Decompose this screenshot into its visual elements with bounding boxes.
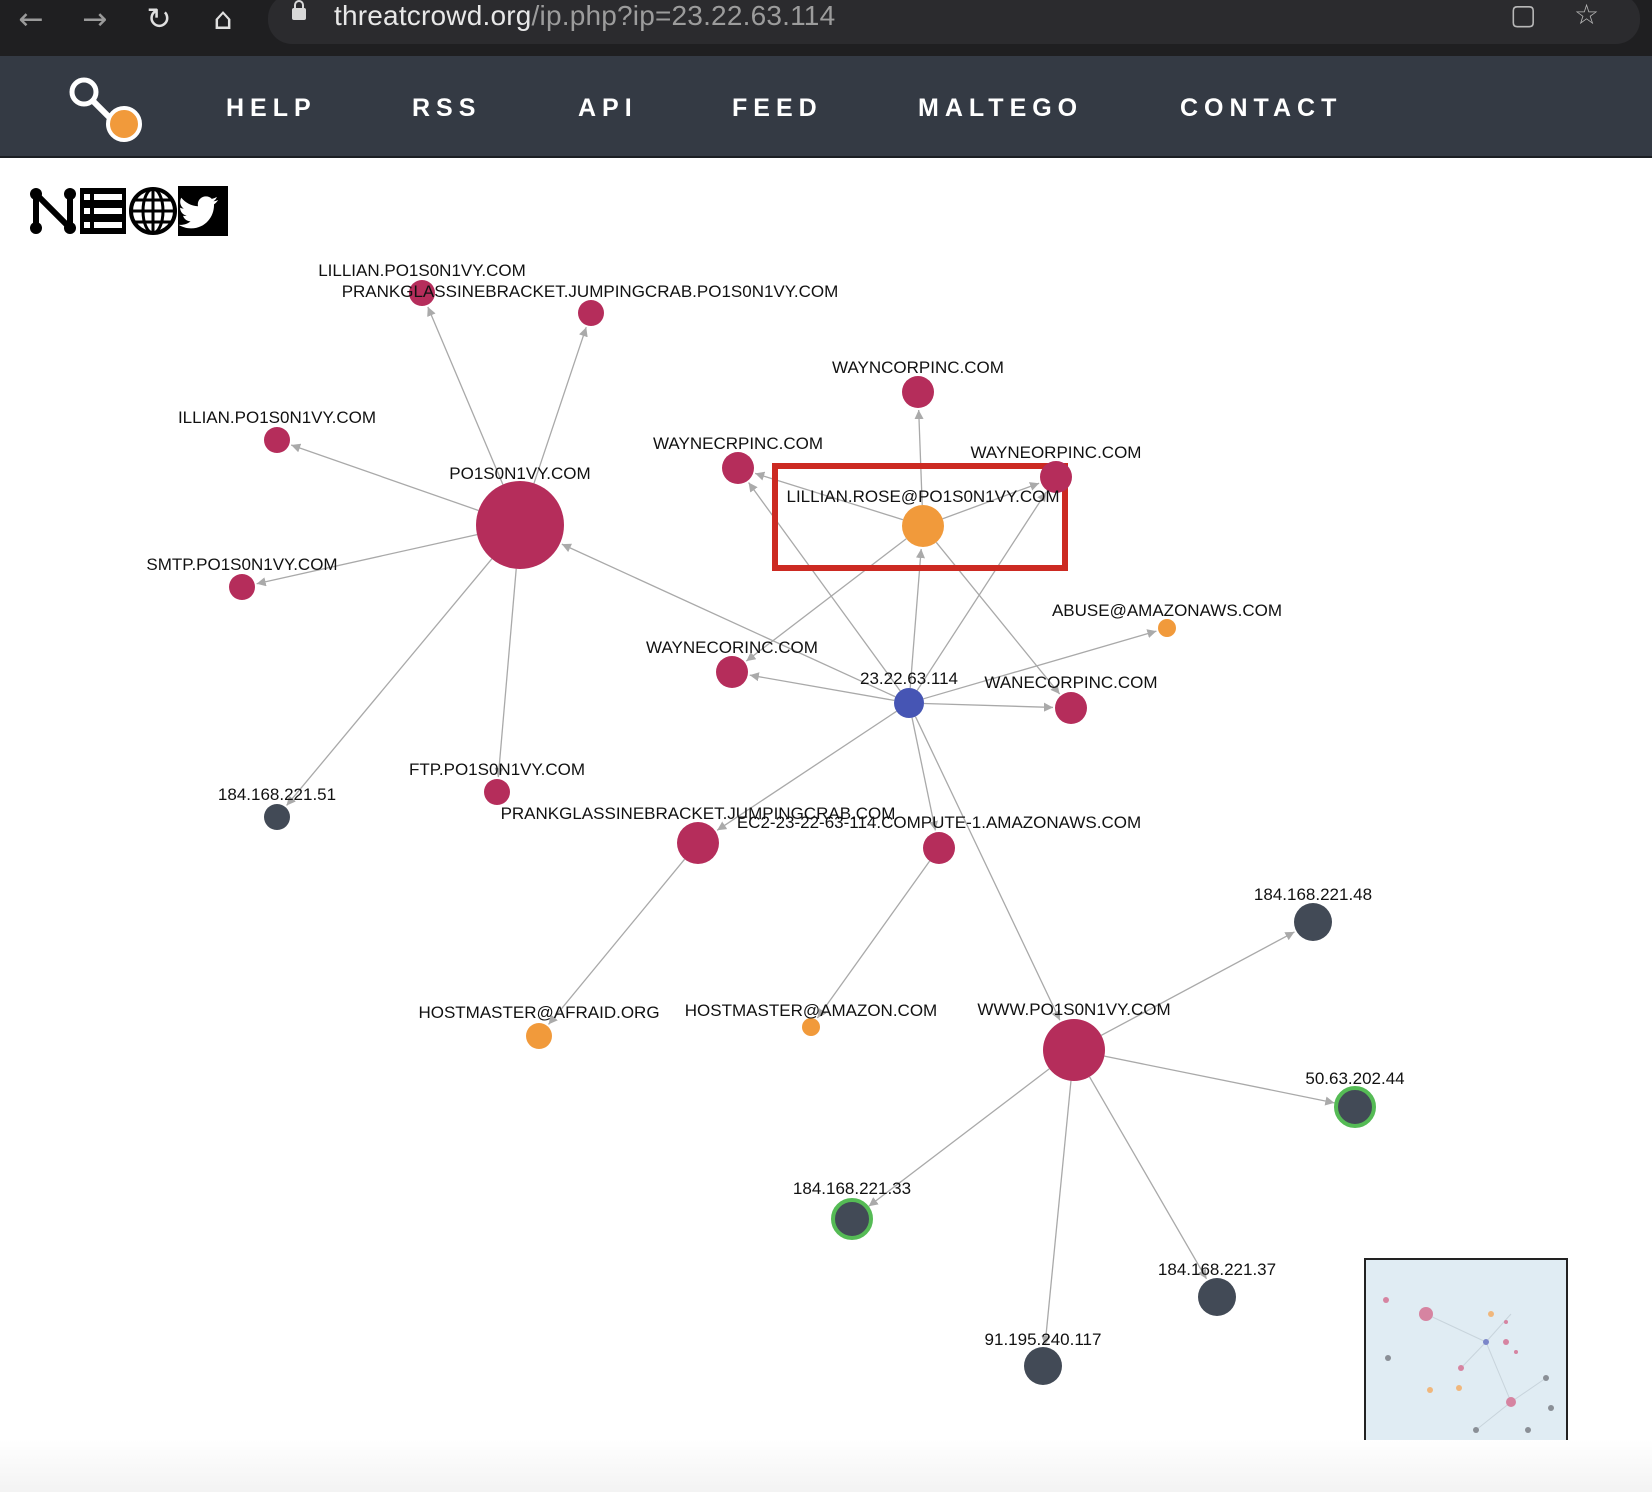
graph-node-domain[interactable] — [923, 832, 955, 864]
graph-node-label: 50.63.202.44 — [1305, 1069, 1404, 1088]
graph-node-domain[interactable] — [1043, 1019, 1105, 1081]
graph-edge — [748, 482, 901, 692]
graph-node-email[interactable] — [802, 1018, 820, 1036]
graph-node-label: 184.168.221.48 — [1254, 885, 1372, 904]
graph-node-label: 184.168.221.51 — [218, 785, 336, 804]
graph-node-label: FTP.PO1S0N1VY.COM — [409, 760, 585, 779]
graph-node-label: LILLIAN.ROSE@PO1S0N1VY.COM — [787, 487, 1060, 506]
graph-overview-minimap[interactable] — [1364, 1258, 1568, 1462]
graph-edge — [1101, 931, 1295, 1036]
graph-edge — [1041, 1080, 1072, 1346]
graph-node-label: 91.195.240.117 — [985, 1330, 1102, 1349]
graph-edge — [914, 716, 1061, 1021]
graph-node-label: HOSTMASTER@AFRAID.ORG — [418, 1003, 659, 1022]
graph-node-label: WWW.PO1S0N1VY.COM — [977, 1000, 1170, 1019]
graph-node-label: 184.168.221.37 — [1158, 1260, 1276, 1279]
graph-node-domain[interactable] — [716, 656, 748, 688]
graph-node-label: EC2-23-22-63-114.COMPUTE-1.AMAZONAWS.COM — [737, 813, 1141, 832]
graph-node-domain[interactable] — [677, 822, 719, 864]
graph-node-label: WAYNECORINC.COM — [646, 638, 818, 657]
graph-node-ip[interactable] — [264, 804, 290, 830]
page-bottom — [0, 1440, 1652, 1492]
graph-node-label: 23.22.63.114 — [860, 669, 958, 688]
graph-node-ip[interactable] — [831, 1198, 873, 1240]
graph-node-domain[interactable] — [229, 574, 255, 600]
graph-labels: 23.22.63.114 PO1S0N1VY.COM LILLIAN.PO1S0N1… — [146, 261, 1404, 1349]
graph-node-ip[interactable] — [1294, 903, 1332, 941]
graph-edge — [1088, 1076, 1208, 1280]
graph-node-domain[interactable] — [484, 779, 510, 805]
graph-edge — [533, 327, 588, 484]
graph-edge — [816, 860, 931, 1019]
graph-node-label: PRANKGLASSINEBRACKET.JUMPINGCRAB.PO1S0N1… — [342, 282, 839, 301]
graph-node-email[interactable] — [902, 505, 944, 547]
minimap-canvas — [1383, 1297, 1554, 1433]
graph-node-center[interactable] — [894, 688, 924, 718]
graph-node-label: WAYNEORPINC.COM — [971, 443, 1142, 462]
graph-node-label: 184.168.221.33 — [793, 1179, 911, 1198]
graph-edge — [427, 306, 504, 485]
graph-node-label: WAYNECRPINC.COM — [653, 434, 823, 453]
graph-edge — [494, 568, 517, 778]
graph-node-label: ILLIAN.PO1S0N1VY.COM — [178, 408, 376, 427]
graph-node-label: PO1S0N1VY.COM — [449, 464, 590, 483]
graph-edge — [1104, 1055, 1335, 1106]
graph-node-label: WANECORPINC.COM — [984, 673, 1157, 692]
graph-node-ip[interactable] — [1334, 1086, 1376, 1128]
graph-node-label: LILLIAN.PO1S0N1VY.COM — [318, 261, 526, 280]
graph-edge — [923, 702, 1054, 712]
graph-node-label: HOSTMASTER@AMAZON.COM — [685, 1001, 937, 1020]
graph-edge — [548, 858, 686, 1025]
graph-node-label: SMTP.PO1S0N1VY.COM — [146, 555, 337, 574]
graph-node-domain[interactable] — [902, 376, 934, 408]
graph-node-email[interactable] — [526, 1023, 552, 1049]
graph-node-label: WAYNCORPINC.COM — [832, 358, 1004, 377]
graph-node-domain[interactable] — [578, 300, 604, 326]
graph-node-domain[interactable] — [722, 452, 754, 484]
graph-node-ip[interactable] — [1198, 1278, 1236, 1316]
graph-node-email[interactable] — [1158, 619, 1176, 637]
graph-node-domain[interactable] — [264, 427, 290, 453]
graph-node-label: ABUSE@AMAZONAWS.COM — [1052, 601, 1282, 620]
graph-node-ip[interactable] — [1024, 1347, 1062, 1385]
graph-node-domain[interactable] — [1055, 692, 1087, 724]
graph-node-domain[interactable] — [476, 481, 564, 569]
